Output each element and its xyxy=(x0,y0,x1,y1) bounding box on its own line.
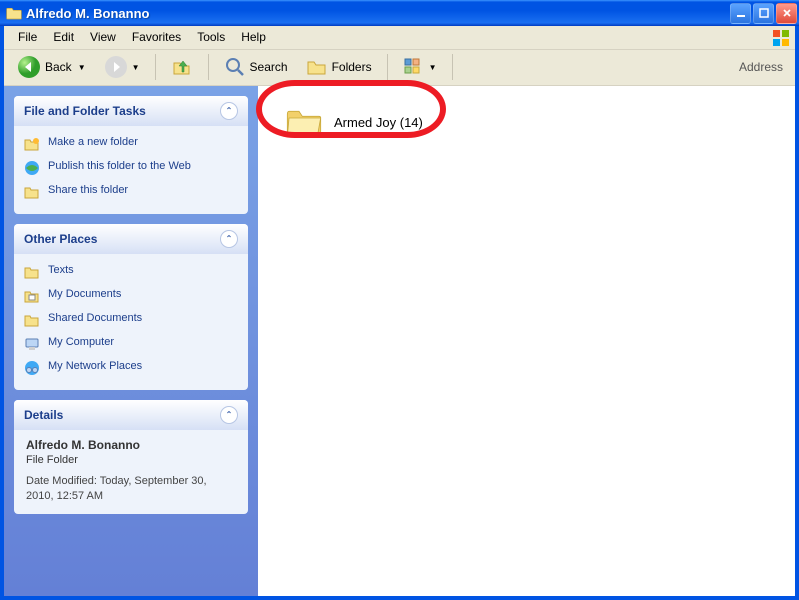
task-publish-to-web[interactable]: Publish this folder to the Web xyxy=(24,156,238,180)
place-my-documents[interactable]: My Documents xyxy=(24,284,238,308)
place-my-network-places[interactable]: My Network Places xyxy=(24,356,238,380)
up-icon xyxy=(171,56,193,78)
menu-tools[interactable]: Tools xyxy=(189,27,233,47)
panel-title: File and Folder Tasks xyxy=(24,104,146,118)
place-texts[interactable]: Texts xyxy=(24,260,238,284)
task-make-new-folder[interactable]: Make a new folder xyxy=(24,132,238,156)
folder-icon xyxy=(284,106,324,140)
back-button[interactable]: Back ▼ xyxy=(10,52,93,82)
panel-other-places: Other Places ⌃ Texts My Documents Shared… xyxy=(14,224,248,390)
details-modified: Date Modified: Today, September 30, 2010… xyxy=(26,474,236,505)
back-icon xyxy=(17,55,41,79)
menubar: File Edit View Favorites Tools Help xyxy=(4,26,795,50)
folder-item-armed-joy[interactable]: Armed Joy (14) xyxy=(284,106,777,140)
menu-edit[interactable]: Edit xyxy=(45,27,82,47)
menu-view[interactable]: View xyxy=(82,27,124,47)
folder-icon xyxy=(24,264,40,280)
search-icon xyxy=(224,56,246,78)
panel-header-details[interactable]: Details ⌃ xyxy=(14,400,248,430)
task-label: Share this folder xyxy=(48,184,128,196)
close-button[interactable] xyxy=(776,3,797,24)
search-button[interactable]: Search xyxy=(217,53,295,81)
task-label: Make a new folder xyxy=(48,136,138,148)
folder-icon xyxy=(6,6,22,20)
toolbar-separator xyxy=(208,54,209,80)
panel-details: Details ⌃ Alfredo M. Bonanno File Folder… xyxy=(14,400,248,515)
menu-file[interactable]: File xyxy=(10,27,45,47)
forward-icon xyxy=(104,55,128,79)
views-dropdown[interactable]: ▼ xyxy=(429,63,437,72)
collapse-icon[interactable]: ⌃ xyxy=(220,102,238,120)
back-label: Back xyxy=(45,60,72,74)
sidebar: File and Folder Tasks ⌃ Make a new folde… xyxy=(4,86,258,596)
details-name: Alfredo M. Bonanno xyxy=(26,438,236,452)
titlebar: Alfredo M. Bonanno xyxy=(0,0,799,26)
folders-label: Folders xyxy=(332,60,372,74)
place-label: Shared Documents xyxy=(48,312,142,324)
network-icon xyxy=(24,360,40,376)
task-label: Publish this folder to the Web xyxy=(48,160,191,172)
menu-help[interactable]: Help xyxy=(233,27,274,47)
menu-favorites[interactable]: Favorites xyxy=(124,27,189,47)
views-button[interactable]: ▼ xyxy=(396,54,444,80)
window-border-right xyxy=(795,26,799,600)
forward-dropdown[interactable]: ▼ xyxy=(132,63,140,72)
panel-title: Other Places xyxy=(24,232,97,246)
panel-header-tasks[interactable]: File and Folder Tasks ⌃ xyxy=(14,96,248,126)
place-label: My Documents xyxy=(48,288,121,300)
panel-file-folder-tasks: File and Folder Tasks ⌃ Make a new folde… xyxy=(14,96,248,214)
place-shared-documents[interactable]: Shared Documents xyxy=(24,308,238,332)
globe-icon xyxy=(24,160,40,176)
content-area[interactable]: Armed Joy (14) xyxy=(258,86,795,596)
collapse-icon[interactable]: ⌃ xyxy=(220,230,238,248)
folders-icon xyxy=(306,57,328,77)
address-label: Address xyxy=(739,60,789,74)
shared-documents-icon xyxy=(24,312,40,328)
window-title: Alfredo M. Bonanno xyxy=(26,6,730,21)
task-share-folder[interactable]: Share this folder xyxy=(24,180,238,204)
share-folder-icon xyxy=(24,184,40,200)
new-folder-icon xyxy=(24,136,40,152)
folders-button[interactable]: Folders xyxy=(299,54,379,80)
toolbar-separator xyxy=(155,54,156,80)
folder-label: Armed Joy (14) xyxy=(334,115,423,130)
maximize-button[interactable] xyxy=(753,3,774,24)
search-label: Search xyxy=(250,60,288,74)
views-icon xyxy=(403,57,425,77)
toolbar-separator xyxy=(452,54,453,80)
details-type: File Folder xyxy=(26,454,236,466)
toolbar-separator xyxy=(387,54,388,80)
collapse-icon[interactable]: ⌃ xyxy=(220,406,238,424)
window-border-bottom xyxy=(0,596,799,600)
minimize-button[interactable] xyxy=(730,3,751,24)
toolbar: Back ▼ ▼ Search Folders ▼ Address xyxy=(4,50,795,86)
documents-icon xyxy=(24,288,40,304)
place-label: Texts xyxy=(48,264,74,276)
place-label: My Network Places xyxy=(48,360,142,372)
windows-flag-icon xyxy=(771,28,791,48)
panel-header-places[interactable]: Other Places ⌃ xyxy=(14,224,248,254)
up-button[interactable] xyxy=(164,53,200,81)
place-my-computer[interactable]: My Computer xyxy=(24,332,238,356)
computer-icon xyxy=(24,336,40,352)
window-buttons xyxy=(730,3,797,24)
place-label: My Computer xyxy=(48,336,114,348)
back-dropdown[interactable]: ▼ xyxy=(78,63,86,72)
forward-button[interactable]: ▼ xyxy=(97,52,147,82)
panel-title: Details xyxy=(24,408,63,422)
